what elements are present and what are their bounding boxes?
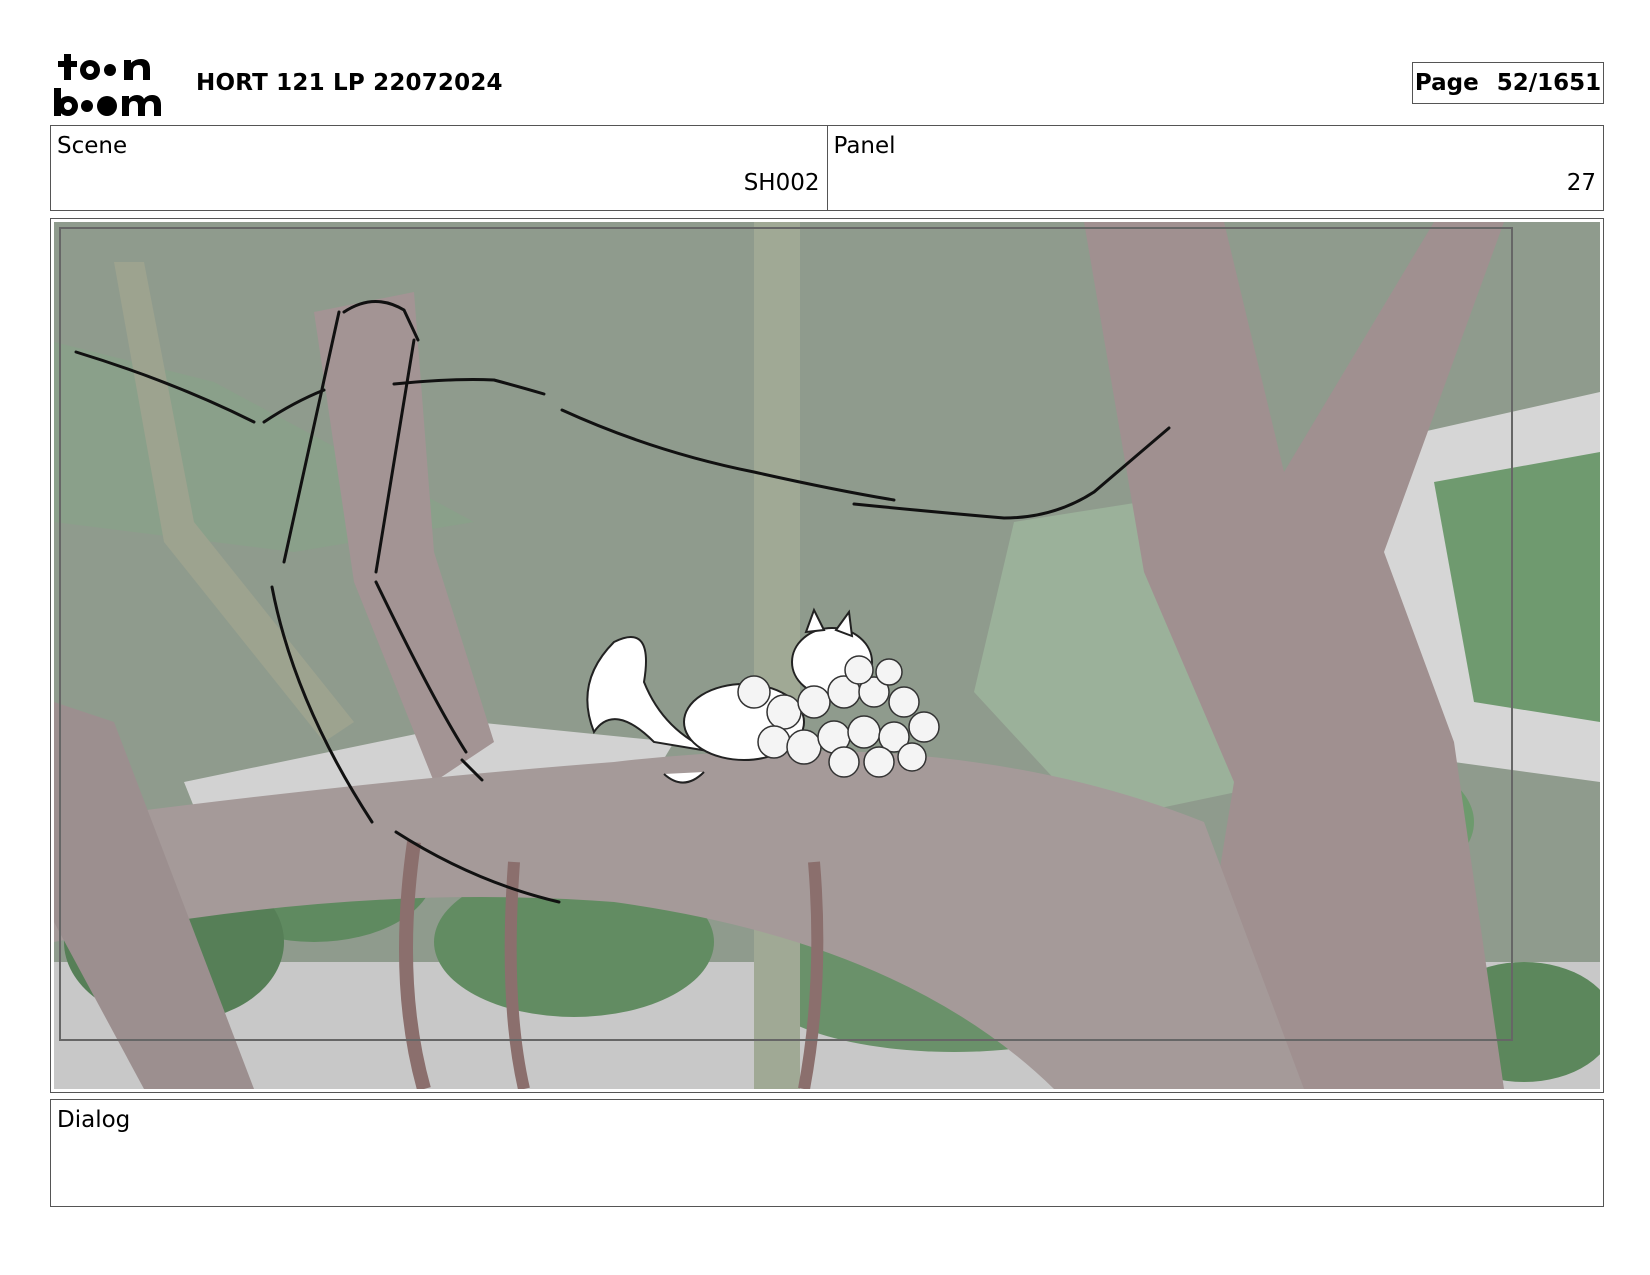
document-title: HORT 121 LP 22072024 [196,70,503,96]
scene-value: SH002 [743,170,820,196]
dialog-box: Dialog [50,1099,1604,1207]
storyboard-panel-image [54,222,1600,1089]
scene-cell: Scene SH002 [51,126,827,210]
panel-cell: Panel 27 [826,126,1604,210]
scene-label: Scene [57,133,128,159]
panel-value: 27 [1566,170,1596,196]
panel-label: Panel [833,133,896,159]
page-number: 52/1651 [1496,70,1602,96]
page-label: Page [1414,70,1479,96]
page-indicator: Page 52/1651 [1412,62,1604,104]
scene-panel-info-row: Scene SH002 Panel 27 [50,125,1604,211]
storyboard-panel-frame [50,218,1604,1093]
dialog-label: Dialog [57,1107,131,1133]
toonboom-logo-icon [54,54,161,116]
